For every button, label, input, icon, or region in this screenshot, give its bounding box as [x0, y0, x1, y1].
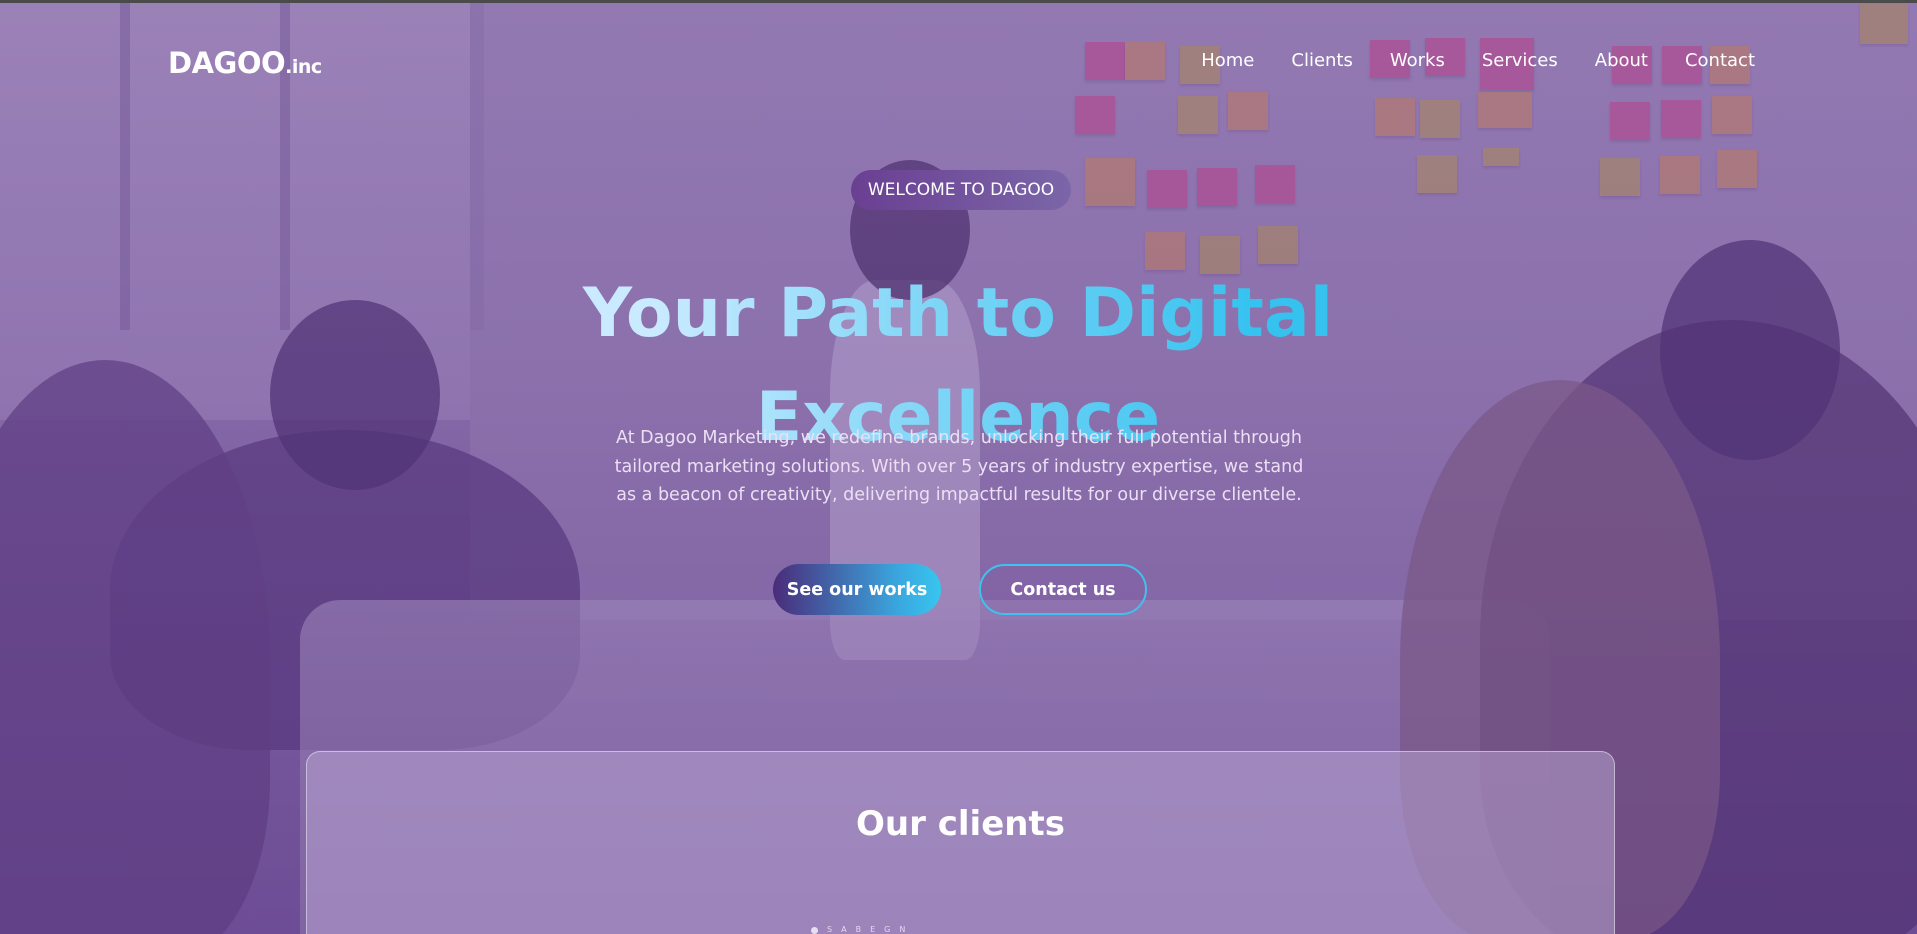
- client-logo-glyph[interactable]: N: [899, 926, 905, 934]
- client-logo-glyph[interactable]: S: [827, 926, 832, 934]
- brand-logo[interactable]: DAGOO.inc: [168, 46, 322, 80]
- carousel-dot-active[interactable]: [811, 926, 818, 934]
- nav-works[interactable]: Works: [1390, 50, 1445, 71]
- nav-home[interactable]: Home: [1201, 50, 1254, 71]
- client-logo-glyph[interactable]: A: [841, 926, 846, 934]
- clients-title: Our clients: [856, 804, 1065, 844]
- clients-panel: Our clients S A B E G N: [306, 751, 1615, 934]
- nav-contact[interactable]: Contact: [1685, 50, 1755, 71]
- main-nav: Home Clients Works Services About Contac…: [1164, 50, 1755, 71]
- client-logo-glyph[interactable]: G: [884, 926, 890, 934]
- hero-title-line-1: Your Path to Digital: [582, 274, 1334, 353]
- client-logo-glyph[interactable]: B: [856, 926, 862, 934]
- nav-about[interactable]: About: [1595, 50, 1648, 71]
- nav-clients[interactable]: Clients: [1291, 50, 1353, 71]
- brand-suffix: .inc: [285, 56, 322, 78]
- welcome-badge: WELCOME TO DAGOO: [851, 170, 1071, 210]
- nav-services[interactable]: Services: [1482, 50, 1558, 71]
- hero-description: At Dagoo Marketing, we redefine brands, …: [614, 428, 1304, 505]
- brand-name: DAGOO: [168, 46, 286, 80]
- see-our-works-button[interactable]: See our works: [773, 564, 941, 615]
- contact-us-button[interactable]: Contact us: [979, 564, 1147, 615]
- client-logo-glyph[interactable]: E: [870, 926, 875, 934]
- clients-carousel-indicators: S A B E G N: [811, 926, 905, 934]
